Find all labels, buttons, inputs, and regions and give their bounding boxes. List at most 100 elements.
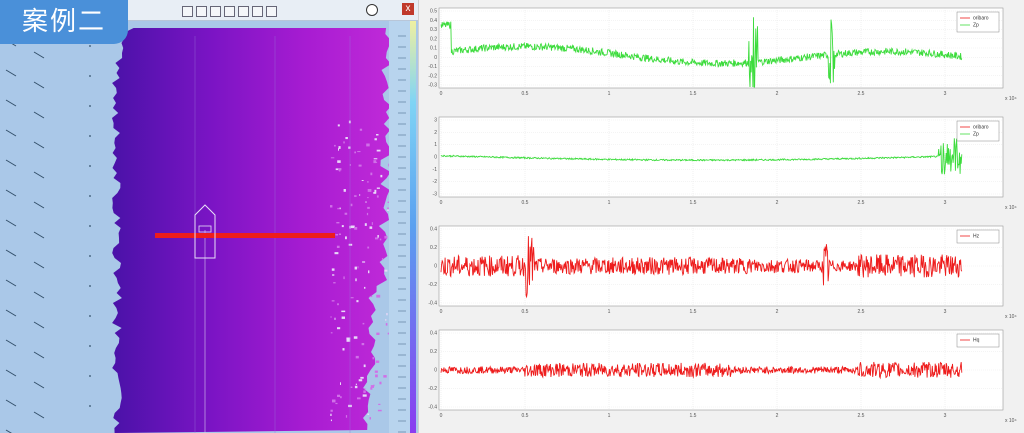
x-tick-label: 2.5 bbox=[858, 309, 865, 315]
sonar-speckle bbox=[379, 238, 382, 241]
sonar-speckle bbox=[341, 310, 346, 313]
sonar-speckle bbox=[341, 225, 344, 228]
sonar-speckle bbox=[362, 394, 367, 397]
sonar-speckle bbox=[331, 268, 335, 271]
sonar-speckle bbox=[366, 212, 369, 216]
sonar-speckle bbox=[354, 227, 358, 230]
sonar-speckle bbox=[361, 343, 365, 346]
sonar-speckle bbox=[342, 348, 345, 351]
sonar-speckle bbox=[375, 360, 380, 363]
x-tick-label: 2 bbox=[776, 309, 779, 315]
x-tick-label: 2 bbox=[776, 200, 779, 206]
sonar-toolbar: x bbox=[128, 0, 418, 21]
sonar-speckle bbox=[337, 327, 341, 330]
layer-icon[interactable] bbox=[238, 6, 249, 17]
sonar-speckle bbox=[377, 235, 379, 238]
settings-icon[interactable] bbox=[266, 6, 277, 17]
sonar-speckle bbox=[363, 390, 366, 393]
sonar-speckle bbox=[370, 172, 373, 176]
y-tick-label: -2 bbox=[433, 179, 438, 185]
depth-scale-strip bbox=[389, 20, 410, 433]
grid-icon[interactable] bbox=[252, 6, 263, 17]
sonar-speckle bbox=[369, 295, 373, 298]
sonar-speckle bbox=[363, 364, 366, 368]
y-tick-label: 0.4 bbox=[430, 18, 437, 24]
sonar-speckle bbox=[369, 226, 373, 229]
sonar-speckle bbox=[356, 300, 359, 303]
x-tick-label: 0.5 bbox=[522, 309, 529, 315]
x-tick-label: 1.5 bbox=[690, 413, 697, 419]
sonar-speckle bbox=[370, 385, 374, 388]
x-tick-label: 2.5 bbox=[858, 413, 865, 419]
x-tick-label: 1 bbox=[608, 91, 611, 97]
y-tick-label: -0.4 bbox=[428, 301, 437, 307]
sonar-speckle bbox=[330, 413, 332, 416]
sonar-speckle bbox=[376, 134, 379, 136]
zoom-out-icon[interactable] bbox=[196, 6, 207, 17]
sonar-speckle bbox=[367, 413, 370, 415]
sonar-speckle bbox=[368, 270, 370, 274]
color-scale-bar bbox=[410, 20, 416, 433]
sonar-speckle bbox=[340, 382, 341, 385]
sonar-speckle bbox=[335, 234, 338, 236]
sonar-speckle bbox=[375, 161, 378, 163]
sonar-speckle bbox=[348, 146, 351, 149]
x-tick-label: 1.5 bbox=[690, 91, 697, 97]
sonar-speckle bbox=[353, 336, 358, 339]
legend-label: oribaro bbox=[973, 125, 989, 131]
sonar-speckle bbox=[338, 233, 341, 235]
sonar-speckle bbox=[357, 151, 361, 153]
sonar-speckle bbox=[355, 383, 357, 385]
x-tick-label: 0 bbox=[440, 309, 443, 315]
subplot-a: 0 0.5 1 1.5 2 2.5 3 x 10⁴ 0.5 0.4 0.3 0.2 0.1 0 -0.1 -0… bbox=[419, 4, 1024, 102]
sonar-speckle bbox=[337, 160, 341, 163]
y-tick-label: 1 bbox=[434, 142, 437, 148]
sonar-speckle bbox=[334, 252, 339, 255]
x-tick-label: 2.5 bbox=[858, 200, 865, 206]
subplot-b: 0 0.5 1 1.5 2 2.5 3 x 10⁴ 3 2 1 0 -1 -2 -3 oribaro Zp bbox=[419, 113, 1024, 211]
sonar-speckle bbox=[337, 124, 340, 127]
sonar-speckle bbox=[331, 300, 335, 302]
subplot-c: 0 0.5 1 1.5 2 2.5 3 x 10⁴ 0.4 0.2 0 -0.2 -0.4 Hz bbox=[419, 222, 1024, 320]
sonar-speckle bbox=[334, 317, 336, 320]
sonar-speckle bbox=[337, 394, 341, 397]
legend-label: Zp bbox=[973, 23, 979, 29]
x-exponent-label: x 10⁴ bbox=[1005, 96, 1017, 102]
sonar-speckle bbox=[337, 303, 339, 306]
sounding-dot bbox=[89, 405, 91, 407]
y-tick-label: -0.2 bbox=[428, 73, 437, 79]
x-tick-label: 0 bbox=[440, 91, 443, 97]
legend-label: Hz bbox=[973, 234, 980, 240]
sounding-dot bbox=[89, 165, 91, 167]
measure-icon[interactable] bbox=[224, 6, 235, 17]
x-tick-label: 1.5 bbox=[690, 200, 697, 206]
subplot-b-svg: 0 0.5 1 1.5 2 2.5 3 x 10⁴ 3 2 1 0 -1 -2 -3 oribaroZp bbox=[433, 116, 1017, 211]
sounding-dot bbox=[89, 195, 91, 197]
sonar-speckle bbox=[376, 187, 380, 189]
legend-label: Zp bbox=[973, 132, 979, 138]
sonar-speckle bbox=[355, 355, 359, 359]
sonar-canvas[interactable] bbox=[0, 0, 418, 433]
y-tick-label: -0.3 bbox=[428, 83, 437, 89]
subplot-a-svg: 0 0.5 1 1.5 2 2.5 3 x 10⁴ 0.5 0.4 0.3 0.2 0.1 0 -0.1 -0… bbox=[428, 7, 1017, 102]
window-settings-icon[interactable] bbox=[366, 4, 378, 16]
sounding-dot bbox=[89, 225, 91, 227]
sonar-view[interactable]: x bbox=[0, 0, 418, 433]
zoom-in-icon[interactable] bbox=[182, 6, 193, 17]
sonar-speckle bbox=[375, 237, 379, 240]
sounding-dot bbox=[89, 315, 91, 317]
x-exponent-label: x 10⁴ bbox=[1005, 314, 1017, 320]
y-tick-label: 0.2 bbox=[430, 36, 437, 42]
sounding-dot bbox=[89, 375, 91, 377]
sonar-speckle bbox=[350, 225, 355, 229]
x-tick-label: 3 bbox=[944, 200, 947, 206]
x-tick-label: 0 bbox=[440, 413, 443, 419]
close-button[interactable]: x bbox=[402, 3, 414, 15]
x-tick-label: 1.5 bbox=[690, 309, 697, 315]
y-tick-label: -0.4 bbox=[428, 405, 437, 411]
pan-icon[interactable] bbox=[210, 6, 221, 17]
sonar-speckle bbox=[335, 402, 338, 405]
y-tick-label: 0.4 bbox=[430, 227, 437, 233]
sonar-speckle bbox=[355, 278, 357, 282]
sonar-speckle bbox=[369, 417, 371, 420]
